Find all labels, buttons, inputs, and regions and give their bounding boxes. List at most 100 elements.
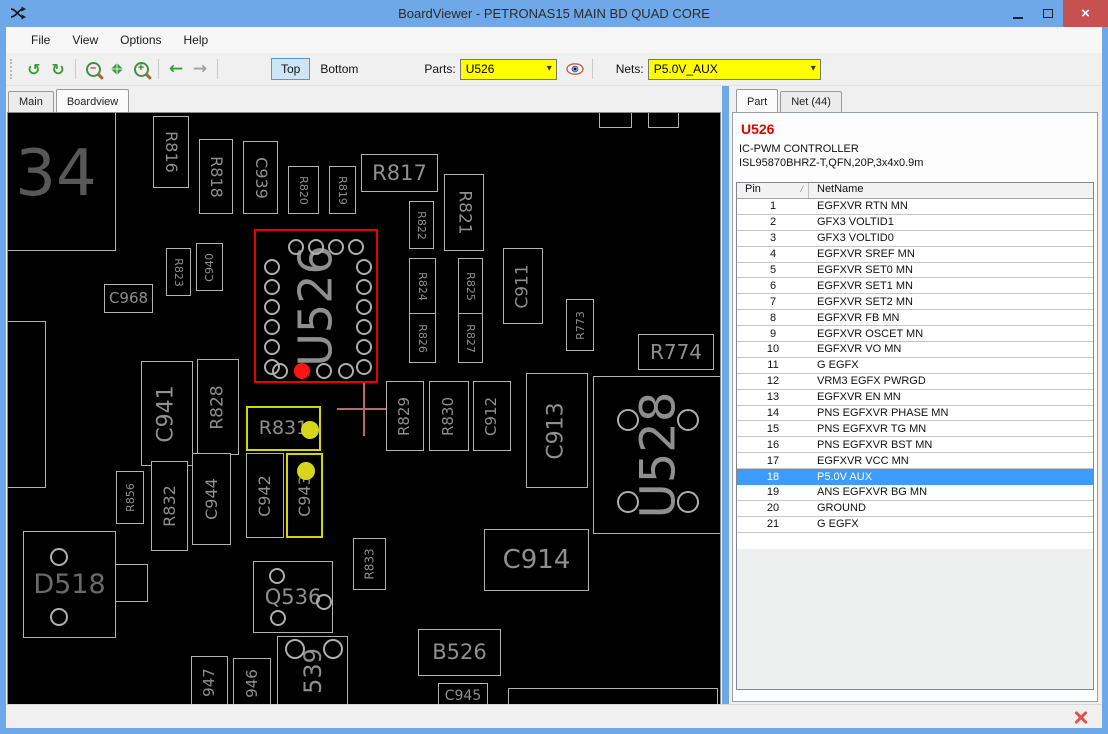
board-component-r824[interactable]: R824 [409, 258, 436, 314]
pin-row[interactable]: 18 P5.0V AUX [737, 469, 1093, 486]
minimize-button[interactable] [1003, 0, 1033, 27]
board-component-c939[interactable]: C939 [243, 141, 278, 214]
board-component-c914[interactable]: C914 [484, 529, 589, 591]
pin-row[interactable]: 5 EGFXVR SET0 MN [737, 262, 1093, 279]
tab-part[interactable]: Part [736, 89, 779, 112]
pin-row[interactable]: 14 PNS EGFXVR PHASE MN [737, 405, 1093, 422]
board-component-d518[interactable]: D518 [23, 531, 148, 638]
board-pane: Main Boardview 34 R816 R818 C939 R820 R819 R81… [6, 86, 722, 706]
zoom-out-button[interactable]: – [81, 57, 105, 81]
pin-row[interactable]: 4 EGFXVR SREF MN [737, 246, 1093, 263]
menu-view[interactable]: View [61, 30, 109, 50]
nets-combobox[interactable]: P5.0V_AUX ▾ [647, 58, 821, 80]
board-component-r816[interactable]: R816 [153, 116, 189, 188]
board-component-r773[interactable]: R773 [566, 299, 594, 351]
pin-row[interactable]: 12 VRM3 EGFX PWRGD [737, 373, 1093, 390]
rotate-ccw-button[interactable]: ↺ [22, 57, 46, 81]
board-component-r829[interactable]: R829 [386, 381, 424, 451]
pin-row[interactable]: 13 EGFXVR EN MN [737, 389, 1093, 406]
rotate-cw-button[interactable]: ↻ [46, 57, 70, 81]
pin-row[interactable]: 11 G EGFX [737, 357, 1093, 374]
pin-row[interactable]: 21 G EGFX [737, 516, 1093, 533]
board-component-r821[interactable]: R821 [444, 174, 484, 251]
board-component-c944[interactable]: C944 [192, 453, 231, 545]
board-component-r823[interactable]: R823 [166, 248, 191, 296]
board-component-c940[interactable]: C940 [196, 243, 223, 291]
board-component-c945[interactable]: C945 [438, 683, 488, 705]
board-component-r856[interactable]: R856 [116, 471, 144, 524]
board-component-r817[interactable]: R817 [361, 154, 438, 192]
board-component-539[interactable]: 539 [277, 636, 348, 705]
toolbar-grip[interactable] [10, 59, 16, 79]
tab-net[interactable]: Net (44) [780, 91, 842, 112]
menu-help[interactable]: Help [173, 30, 220, 50]
board-component-946[interactable]: 946 [233, 658, 271, 705]
board-component-r826[interactable]: R826 [409, 313, 436, 363]
board-component-q536[interactable]: Q536 [253, 561, 333, 633]
board-component-r832[interactable]: R832 [151, 461, 188, 551]
board-component[interactable] [8, 321, 46, 488]
show-part-button[interactable] [563, 57, 587, 81]
board-component-c941[interactable]: C941 [141, 361, 193, 466]
maximize-button[interactable] [1033, 0, 1063, 27]
board-component-r827[interactable]: R827 [458, 313, 483, 363]
menu-file[interactable]: File [20, 30, 61, 50]
board-component-r820[interactable]: R820 [288, 166, 319, 214]
pin-row[interactable]: 16 PNS EGFXVR BST MN [737, 437, 1093, 454]
board-component-u526[interactable]: U526 [254, 229, 378, 383]
board-component-r774[interactable]: R774 [638, 334, 714, 370]
pin-row[interactable]: 9 EGFXVR OSCET MN [737, 326, 1093, 343]
board-component-u528[interactable]: U528 [593, 376, 720, 534]
board-component-c911[interactable]: C911 [503, 248, 543, 324]
board-component-947[interactable]: 947 [191, 656, 228, 705]
board-component-r828[interactable]: R828 [197, 359, 239, 455]
board-component-r833[interactable]: R833 [353, 538, 386, 590]
pin-row[interactable]: 3 GFX3 VOLTID0 [737, 230, 1093, 247]
pin-row[interactable]: 1 EGFXVR RTN MN [737, 199, 1093, 215]
bottom-side-button[interactable]: Bottom [310, 58, 368, 80]
board-component-r825[interactable]: R825 [458, 258, 483, 314]
board-canvas[interactable]: 34 R816 R818 C939 R820 R819 R817 R821 R822 R824 R8… [7, 112, 721, 706]
close-button[interactable]: × [1063, 0, 1108, 27]
menu-options[interactable]: Options [109, 30, 172, 50]
toolbar-separator [75, 59, 76, 79]
board-component-c942[interactable]: C942 [246, 453, 284, 538]
board-component-b526[interactable]: B526 [418, 629, 501, 676]
column-header-pin[interactable]: Pin / [737, 183, 809, 198]
board-component-c968[interactable]: C968 [104, 284, 153, 313]
board-component-c912[interactable]: C912 [473, 381, 511, 451]
board-component-r819[interactable]: R819 [329, 166, 356, 214]
forward-button[interactable]: → [188, 57, 212, 81]
tab-main[interactable]: Main [8, 91, 54, 112]
pin-row[interactable]: 7 EGFXVR SET2 MN [737, 294, 1093, 311]
pin-row[interactable]: 15 PNS EGFXVR TG MN [737, 421, 1093, 438]
pin-row[interactable]: 8 EGFXVR FB MN [737, 310, 1093, 327]
pin-row[interactable]: 2 GFX3 VOLTID1 [737, 214, 1093, 231]
close-panel-icon[interactable] [1074, 710, 1088, 724]
back-button[interactable]: ← [164, 57, 188, 81]
tab-boardview[interactable]: Boardview [55, 89, 130, 112]
component-label: D518 [33, 569, 106, 600]
board-component-r818[interactable]: R818 [199, 139, 233, 214]
board-component[interactable] [648, 113, 679, 128]
board-component-r831[interactable]: R831 [246, 406, 321, 451]
pane-splitter[interactable] [722, 86, 729, 704]
pin-row[interactable]: 20 GROUND [737, 500, 1093, 517]
parts-combobox[interactable]: U526 ▾ [459, 58, 557, 80]
zoom-fit-button[interactable] [105, 57, 129, 81]
pin-row[interactable]: 17 EGFXVR VCC MN [737, 453, 1093, 470]
board-component-c943[interactable]: C943 [286, 453, 323, 538]
board-component[interactable] [599, 113, 632, 128]
board-component-r830[interactable]: R830 [429, 381, 469, 451]
board-component-34[interactable]: 34 [8, 113, 116, 251]
pin-row[interactable]: 10 EGFXVR VO MN [737, 342, 1093, 358]
board-component-r822[interactable]: R822 [409, 201, 434, 249]
top-side-button[interactable]: Top [271, 58, 311, 80]
net-name: PNS EGFXVR PHASE MN [817, 407, 949, 420]
column-header-netname[interactable]: NetName [809, 183, 1093, 198]
pin-row[interactable]: 6 EGFXVR SET1 MN [737, 278, 1093, 295]
component-label: R833 [362, 548, 377, 580]
zoom-in-button[interactable]: + [129, 57, 153, 81]
board-component-c913[interactable]: C913 [526, 373, 588, 488]
pin-row[interactable]: 19 ANS EGFXVR BG MN [737, 485, 1093, 501]
